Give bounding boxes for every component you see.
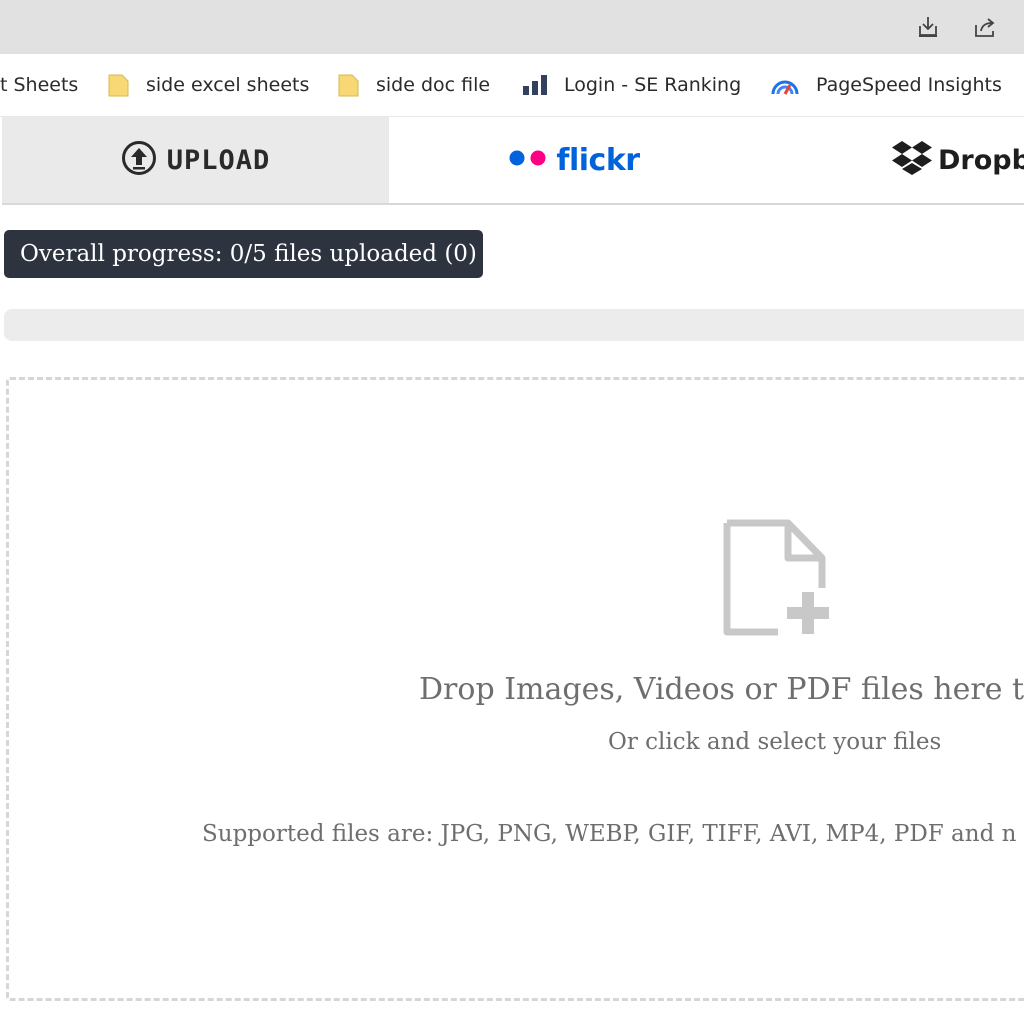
bookmarks-bar: t Sheets side excel sheets side doc file… [0, 54, 1024, 117]
bar-chart-icon [522, 74, 548, 96]
tab-upload-label: UPLOAD [166, 144, 271, 176]
overall-progress-label: Overall progress: 0/5 files uploaded (0) [20, 241, 477, 267]
bookmark-side-excel-sheets[interactable]: side excel sheets [108, 54, 309, 116]
dropzone-instruction: Drop Images, Videos or PDF files here to [419, 672, 1024, 707]
bookmark-label: side doc file [376, 74, 491, 96]
share-icon[interactable] [970, 12, 1000, 42]
flickr-dots-icon [508, 148, 548, 172]
pagespeed-icon [770, 74, 800, 96]
tab-upload[interactable]: UPLOAD [2, 117, 389, 203]
folder-icon [338, 72, 360, 98]
progress-bar [4, 309, 1024, 341]
bookmark-label: side excel sheets [146, 74, 310, 96]
bookmark-pagespeed-insights[interactable]: PageSpeed Insights [770, 54, 1002, 116]
overall-progress-badge: Overall progress: 0/5 files uploaded (0) [4, 230, 483, 278]
tab-dropbox[interactable]: Dropbo [892, 117, 1024, 203]
tab-flickr-label: flickr [556, 142, 640, 178]
supported-files-note: Supported files are: JPG, PNG, WEBP, GIF… [202, 821, 1017, 847]
bookmark-label: Login - SE Ranking [564, 74, 742, 96]
bookmark-label: PageSpeed Insights [816, 74, 1002, 96]
bookmark-label: t Sheets [0, 74, 79, 96]
add-file-icon[interactable] [718, 518, 838, 642]
tab-dropbox-label: Dropbo [938, 144, 1024, 176]
upload-source-tabs: UPLOAD flickr Dropbo [2, 117, 1024, 205]
bookmark-side-doc-file[interactable]: side doc file [338, 54, 490, 116]
bookmark-sheets[interactable]: t Sheets [0, 54, 78, 116]
bookmark-se-ranking[interactable]: Login - SE Ranking [522, 54, 741, 116]
browser-toolbar [0, 0, 1024, 54]
dropbox-icon [892, 139, 932, 181]
tab-flickr[interactable]: flickr [389, 117, 759, 203]
download-icon[interactable] [913, 12, 943, 42]
folder-icon [108, 72, 130, 98]
upload-icon [121, 140, 157, 180]
dropzone-select-hint[interactable]: Or click and select your files [608, 729, 941, 755]
